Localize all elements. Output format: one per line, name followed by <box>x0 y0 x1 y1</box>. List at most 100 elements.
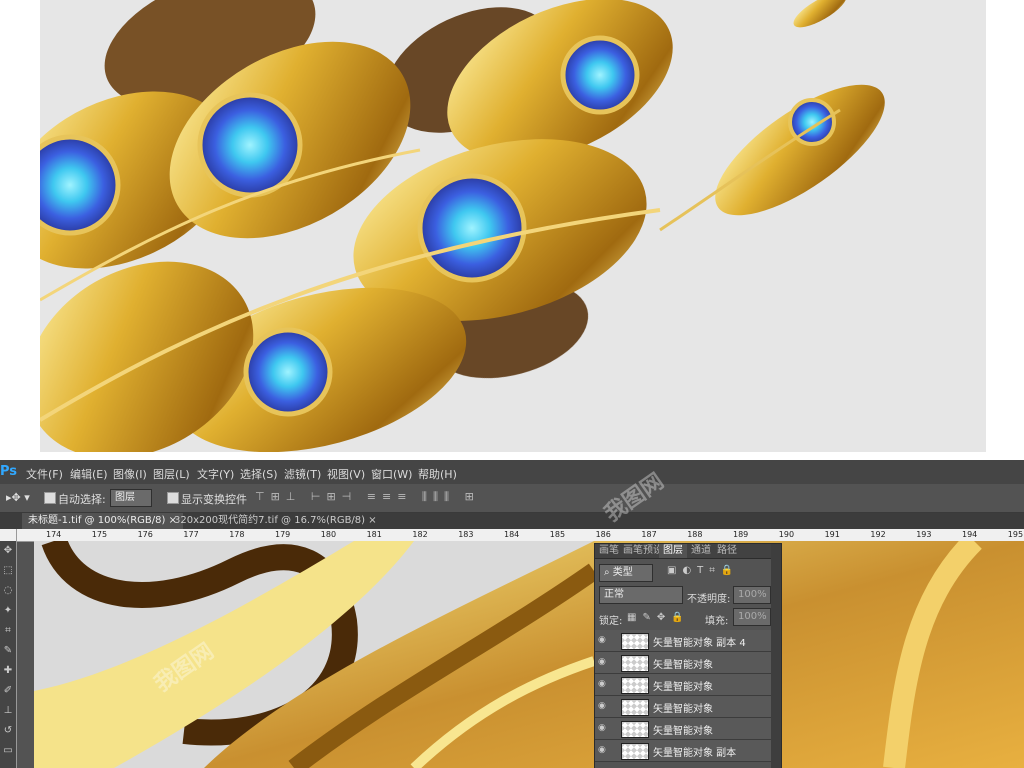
show-transform-label: 显示变换控件 <box>181 493 247 506</box>
tab-label: 未标题-1.tif @ 100%(RGB/8) <box>28 515 166 526</box>
align-buttons-icon[interactable]: ⊤⊞⊥ ⊢⊞⊣ ≡≡≡ ⫼⫼⫼ ⊞ <box>255 490 480 504</box>
blend-row: 正常 不透明度: 100% <box>595 584 781 605</box>
ruler-tick-label: 182 <box>412 530 428 539</box>
photoshop-window: Ps 文件(F) 编辑(E) 图像(I) 图层(L) 文字(Y) 选择(S) 滤… <box>0 460 1024 768</box>
panel-tabs: 画笔 画笔预设 图层 通道 路径 <box>595 544 781 559</box>
wand-tool-icon[interactable]: ✦ <box>0 601 16 621</box>
tab-brush-presets[interactable]: 画笔预设 <box>623 544 663 558</box>
document-tabs: 未标题-1.tif @ 100%(RGB/8) × 320x200现代简约7.t… <box>0 513 1024 529</box>
tab-layers[interactable]: 图层 <box>659 544 687 558</box>
brush-tool-icon[interactable]: ✐ <box>0 681 16 701</box>
menu-window[interactable]: 窗口(W) <box>371 466 412 482</box>
menu-view[interactable]: 视图(V) <box>327 466 365 482</box>
show-transform-checkbox[interactable] <box>167 491 179 504</box>
menu-file[interactable]: 文件(F) <box>26 466 63 482</box>
ruler-tick-label: 191 <box>824 530 840 539</box>
marquee-tool-icon[interactable]: ⬚ <box>0 561 16 581</box>
layer-thumbnail <box>621 633 649 650</box>
layer-row[interactable]: ◉ 矢量智能对象 副本 <box>595 740 771 762</box>
move-tool-icon[interactable]: ▸✥ ▾ <box>6 491 30 504</box>
ruler-tick-label: 188 <box>687 530 703 539</box>
ruler-tick-label: 181 <box>366 530 382 539</box>
layer-row[interactable]: ◉ 矢量智能对象 副本 4 <box>595 630 771 652</box>
stamp-tool-icon[interactable]: ⊥ <box>0 701 16 721</box>
eyedropper-tool-icon[interactable]: ✎ <box>0 641 16 661</box>
menu-help[interactable]: 帮助(H) <box>418 466 457 482</box>
ruler-tick-label: 193 <box>916 530 932 539</box>
blend-mode-dropdown[interactable]: 正常 <box>599 586 683 604</box>
opacity-input[interactable]: 100% <box>733 586 771 604</box>
fill-input[interactable]: 100% <box>733 608 771 626</box>
lasso-tool-icon[interactable]: ◌ <box>0 581 16 601</box>
filter-dropdown[interactable]: ⌕ 类型 <box>599 564 653 582</box>
menu-bar: Ps 文件(F) 编辑(E) 图像(I) 图层(L) 文字(Y) 选择(S) 滤… <box>0 460 1024 484</box>
ruler-tick-label: 192 <box>870 530 886 539</box>
move-tool-icon[interactable]: ✥ <box>0 541 16 561</box>
tab-label: 320x200现代简约7.tif @ 16.7%(RGB/8) <box>174 515 366 526</box>
tab-brush[interactable]: 画笔 <box>599 544 619 558</box>
menu-filter[interactable]: 滤镜(T) <box>284 466 321 482</box>
menu-select[interactable]: 选择(S) <box>240 466 278 482</box>
ruler-tick-label: 183 <box>458 530 474 539</box>
lock-label: 锁定: <box>599 616 623 627</box>
search-icon: ⌕ <box>604 567 610 578</box>
layer-thumbnail <box>621 743 649 760</box>
ruler-tick-label: 187 <box>641 530 657 539</box>
eye-icon[interactable]: ◉ <box>598 745 610 755</box>
filter-label: 类型 <box>612 567 633 578</box>
tab-document-2[interactable]: 320x200现代简约7.tif @ 16.7%(RGB/8) × <box>168 513 383 529</box>
ruler-tick-label: 185 <box>549 530 566 539</box>
artwork-preview <box>40 0 986 452</box>
tab-paths[interactable]: 路径 <box>717 544 737 558</box>
ruler-tick-label: 184 <box>504 530 520 539</box>
auto-select-dropdown[interactable]: 图层 <box>110 489 152 507</box>
ruler-tick-label: 194 <box>962 530 978 539</box>
layer-name: 矢量智能对象 副本 4 <box>653 638 746 649</box>
layer-row[interactable]: ◉ 矢量智能对象 <box>595 696 771 718</box>
fill-label: 填充: <box>705 616 729 627</box>
layer-row[interactable]: ◉ 矢量智能对象 <box>595 652 771 674</box>
eye-icon[interactable]: ◉ <box>598 657 610 667</box>
close-icon[interactable]: × <box>368 515 376 526</box>
eye-icon[interactable]: ◉ <box>598 701 610 711</box>
ruler-tick-label: 190 <box>778 530 795 539</box>
layer-name: 矢量智能对象 <box>653 704 713 715</box>
layer-name: 矢量智能对象 <box>653 682 713 693</box>
layer-thumbnail <box>621 655 649 672</box>
menu-edit[interactable]: 编辑(E) <box>70 466 108 482</box>
layer-list: ◉ 矢量智能对象 副本 4 ◉ 矢量智能对象 ◉ 矢量智能对象 ◉ 矢量智能对象… <box>595 544 781 768</box>
eye-icon[interactable]: ◉ <box>598 723 610 733</box>
layer-row[interactable]: ◉ 矢量智能对象 <box>595 718 771 740</box>
menu-layer[interactable]: 图层(L) <box>153 466 190 482</box>
healing-tool-icon[interactable]: ✚ <box>0 661 16 681</box>
toolbox: ✥ ⬚ ◌ ✦ ⌗ ✎ ✚ ✐ ⊥ ↺ ▭ <box>0 541 16 768</box>
lock-row: 锁定: ▦✎✥🔒 填充: 100% <box>595 606 781 627</box>
checkbox-icon <box>167 492 179 504</box>
auto-select-checkbox[interactable] <box>44 491 56 504</box>
ruler-tick-label: 186 <box>595 530 611 539</box>
tab-document-1[interactable]: 未标题-1.tif @ 100%(RGB/8) × <box>22 513 183 529</box>
crop-tool-icon[interactable]: ⌗ <box>0 621 16 641</box>
eye-icon[interactable]: ◉ <box>598 679 610 689</box>
layer-thumbnail <box>621 721 649 738</box>
lock-icons[interactable]: ▦✎✥🔒 <box>627 612 690 623</box>
filter-icons[interactable]: ▣◐T⌗🔒 <box>667 565 739 576</box>
eye-icon[interactable]: ◉ <box>598 635 610 645</box>
layer-name: 矢量智能对象 <box>653 660 713 671</box>
layers-panel: 画笔 画笔预设 图层 通道 路径 ⌕ 类型 ▣◐T⌗🔒 正常 不透明度: 100… <box>594 543 782 768</box>
menu-type[interactable]: 文字(Y) <box>197 466 234 482</box>
layer-row[interactable]: ◉ 矢量智能对象 <box>595 674 771 696</box>
ruler-tick-label: 174 <box>46 530 62 539</box>
peacock-feathers-illustration <box>40 0 885 452</box>
eraser-tool-icon[interactable]: ▭ <box>0 741 16 761</box>
layer-thumbnail <box>621 699 649 716</box>
menu-image[interactable]: 图像(I) <box>113 466 147 482</box>
panel-scrollbar[interactable] <box>771 544 781 768</box>
layer-name: 矢量智能对象 <box>653 726 713 737</box>
options-bar: ▸✥ ▾ 自动选择: 图层 显示变换控件 ⊤⊞⊥ ⊢⊞⊣ ≡≡≡ ⫼⫼⫼ ⊞ <box>0 484 1024 513</box>
history-brush-icon[interactable]: ↺ <box>0 721 16 741</box>
ruler-tick-label: 178 <box>229 530 245 539</box>
tab-channels[interactable]: 通道 <box>691 544 711 558</box>
ruler-tick-label: 195 <box>1007 530 1024 539</box>
opacity-label: 不透明度: <box>687 594 731 605</box>
